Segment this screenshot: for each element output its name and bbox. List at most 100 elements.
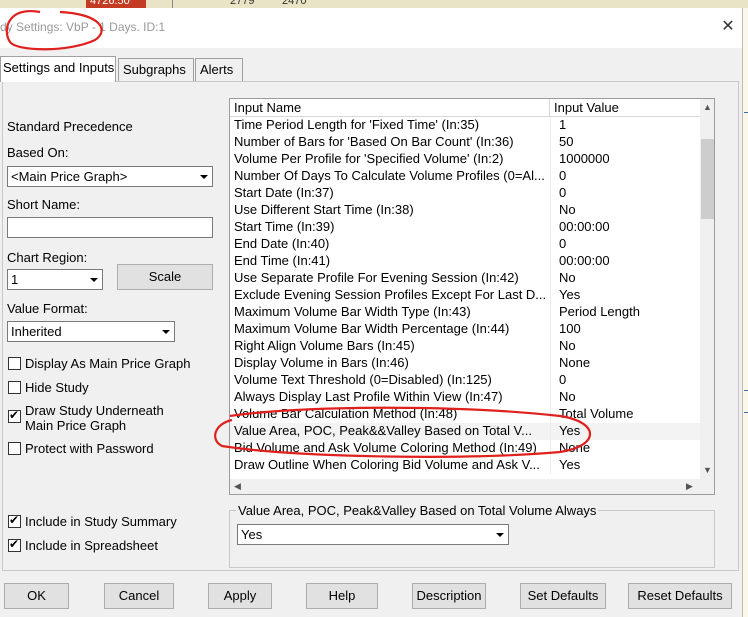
display-as-main-price-graph-label: Display As Main Price Graph [25, 356, 191, 371]
grid-row[interactable]: Right Align Volume Bars (In:45) No [230, 338, 700, 355]
grid-row[interactable]: Value Area, POC, Peak&&Valley Based on T… [230, 423, 700, 440]
input-value-cell[interactable]: Period Length [559, 304, 699, 320]
grid-row[interactable]: Display Volume in Bars (In:46) None [230, 355, 700, 372]
input-name-cell: Always Display Last Profile Within View … [234, 389, 503, 404]
input-detail-title: Value Area, POC, Peak&Valley Based on To… [236, 503, 599, 518]
close-icon[interactable]: ✕ [719, 16, 737, 36]
input-value-cell[interactable]: Yes [559, 287, 699, 303]
grid-row[interactable]: End Time (In:41) 00:00:00 [230, 253, 700, 270]
column-header-input-value[interactable]: Input Value [550, 99, 700, 117]
grid-row[interactable]: Use Separate Profile For Evening Session… [230, 270, 700, 287]
hide-study-label: Hide Study [25, 380, 89, 395]
draw-study-underneath-checkbox[interactable] [8, 408, 21, 423]
tab-settings-and-inputs[interactable]: Settings and Inputs [0, 56, 116, 82]
short-name-input[interactable] [7, 217, 213, 238]
reset-defaults-button[interactable]: Reset Defaults [628, 583, 732, 609]
scroll-down-icon[interactable]: ▼ [700, 462, 714, 479]
grid-row[interactable]: Volume Text Threshold (0=Disabled) (In:1… [230, 372, 700, 389]
grid-row[interactable]: Start Time (In:39) 00:00:00 [230, 219, 700, 236]
grid-row[interactable]: Maximum Volume Bar Width Percentage (In:… [230, 321, 700, 338]
help-button[interactable]: Help [306, 583, 378, 609]
input-name-cell: Value Area, POC, Peak&&Valley Based on T… [234, 423, 532, 438]
input-value-cell[interactable]: 50 [559, 134, 699, 150]
input-value-cell[interactable]: No [559, 389, 699, 405]
include-in-study-summary-checkbox[interactable] [8, 513, 21, 528]
input-value-cell[interactable]: None [559, 440, 699, 456]
chart-region-select[interactable]: 1 [7, 269, 103, 290]
grid-row[interactable]: Volume Bar Calculation Method (In:48) Tot… [230, 406, 700, 423]
grid-row[interactable]: Bid Volume and Ask Volume Coloring Metho… [230, 440, 700, 457]
scroll-left-icon[interactable]: ◀ [230, 479, 245, 494]
input-name-cell: Maximum Volume Bar Width Type (In:43) [234, 304, 471, 319]
cancel-button[interactable]: Cancel [104, 583, 174, 609]
display-as-main-price-graph-checkbox[interactable] [8, 357, 21, 370]
grid-row[interactable]: Always Display Last Profile Within View … [230, 389, 700, 406]
grid-row[interactable]: Volume Per Profile for 'Specified Volume… [230, 151, 700, 168]
price-tag: 4726.50 [86, 0, 146, 8]
based-on-select[interactable]: <Main Price Graph> [7, 166, 213, 187]
grid-row[interactable]: Use Different Start Time (In:38) No [230, 202, 700, 219]
input-value-cell[interactable]: 0 [559, 372, 699, 388]
input-value-cell[interactable]: 100 [559, 321, 699, 337]
tab-alerts[interactable]: Alerts [195, 58, 243, 81]
column-divider [550, 287, 551, 304]
standard-precedence-label: Standard Precedence [7, 119, 133, 134]
chart-tick [744, 112, 748, 113]
ok-button[interactable]: OK [4, 583, 69, 609]
grid-row[interactable]: Number of Bars for 'Based On Bar Count' … [230, 134, 700, 151]
grid-row[interactable]: Start Date (In:37) 0 [230, 185, 700, 202]
grid-row[interactable]: Exclude Evening Session Profiles Except … [230, 287, 700, 304]
input-value-cell[interactable]: Yes [559, 423, 699, 439]
input-value-cell[interactable]: 0 [559, 168, 699, 184]
input-name-cell: Volume Text Threshold (0=Disabled) (In:1… [234, 372, 492, 387]
input-name-cell: Use Separate Profile For Evening Session… [234, 270, 519, 285]
input-name-cell: Start Time (In:39) [234, 219, 335, 234]
grid-row[interactable]: End Date (In:40) 0 [230, 236, 700, 253]
scroll-right-icon[interactable]: ▶ [682, 479, 697, 494]
input-value-cell[interactable]: 1 [559, 117, 699, 133]
protect-with-password-label: Protect with Password [25, 441, 154, 456]
apply-button[interactable]: Apply [208, 583, 272, 609]
scroll-thumb[interactable] [701, 139, 714, 219]
grid-row[interactable]: Draw Outline When Coloring Bid Volume an… [230, 457, 700, 474]
draw-study-underneath-label: Draw Study Underneath [25, 403, 164, 418]
input-value-cell[interactable]: Yes [559, 457, 699, 473]
scroll-up-icon[interactable]: ▲ [700, 99, 714, 116]
grid-row[interactable]: Time Period Length for 'Fixed Time' (In:… [230, 117, 700, 134]
horizontal-scrollbar[interactable]: ◀ ▶ [230, 479, 700, 494]
grid-header: Input Name Input Value [230, 99, 700, 117]
description-button[interactable]: Description [412, 583, 486, 609]
protect-with-password-checkbox[interactable] [8, 442, 21, 455]
input-value-cell[interactable]: 0 [559, 185, 699, 201]
input-name-cell: Number of Bars for 'Based On Bar Count' … [234, 134, 514, 149]
input-value-cell[interactable]: 1000000 [559, 151, 699, 167]
inputs-grid: Input Name Input Value Time Period Lengt… [229, 98, 715, 495]
input-name-cell: Exclude Evening Session Profiles Except … [234, 287, 547, 302]
input-value-cell[interactable]: 00:00:00 [559, 253, 699, 269]
include-in-spreadsheet-checkbox[interactable] [8, 537, 21, 552]
column-divider [550, 423, 551, 440]
scroll-corner [700, 479, 714, 494]
vertical-scrollbar[interactable]: ▲ ▼ [700, 99, 714, 479]
input-value-current: Yes [241, 527, 263, 542]
input-value-cell[interactable]: 00:00:00 [559, 219, 699, 235]
scale-button[interactable]: Scale [117, 264, 213, 290]
column-header-input-name[interactable]: Input Name [230, 99, 550, 117]
chart-region-value: 1 [11, 272, 19, 287]
grid-row[interactable]: Maximum Volume Bar Width Type (In:43) Per… [230, 304, 700, 321]
input-name-cell: Number Of Days To Calculate Volume Profi… [234, 168, 545, 183]
tab-subgraphs[interactable]: Subgraphs [118, 58, 194, 81]
set-defaults-button[interactable]: Set Defaults [520, 583, 606, 609]
column-divider [550, 117, 551, 134]
value-format-label: Value Format: [7, 301, 88, 316]
input-value-cell[interactable]: No [559, 338, 699, 354]
input-value-cell[interactable]: None [559, 355, 699, 371]
input-value-cell[interactable]: No [559, 202, 699, 218]
input-value-cell[interactable]: 0 [559, 236, 699, 252]
hide-study-checkbox[interactable] [8, 381, 21, 394]
input-value-cell[interactable]: No [559, 270, 699, 286]
input-value-cell[interactable]: Total Volume [559, 406, 699, 422]
value-format-select[interactable]: Inherited [7, 321, 175, 342]
input-value-select[interactable]: Yes [237, 524, 509, 545]
grid-row[interactable]: Number Of Days To Calculate Volume Profi… [230, 168, 700, 185]
